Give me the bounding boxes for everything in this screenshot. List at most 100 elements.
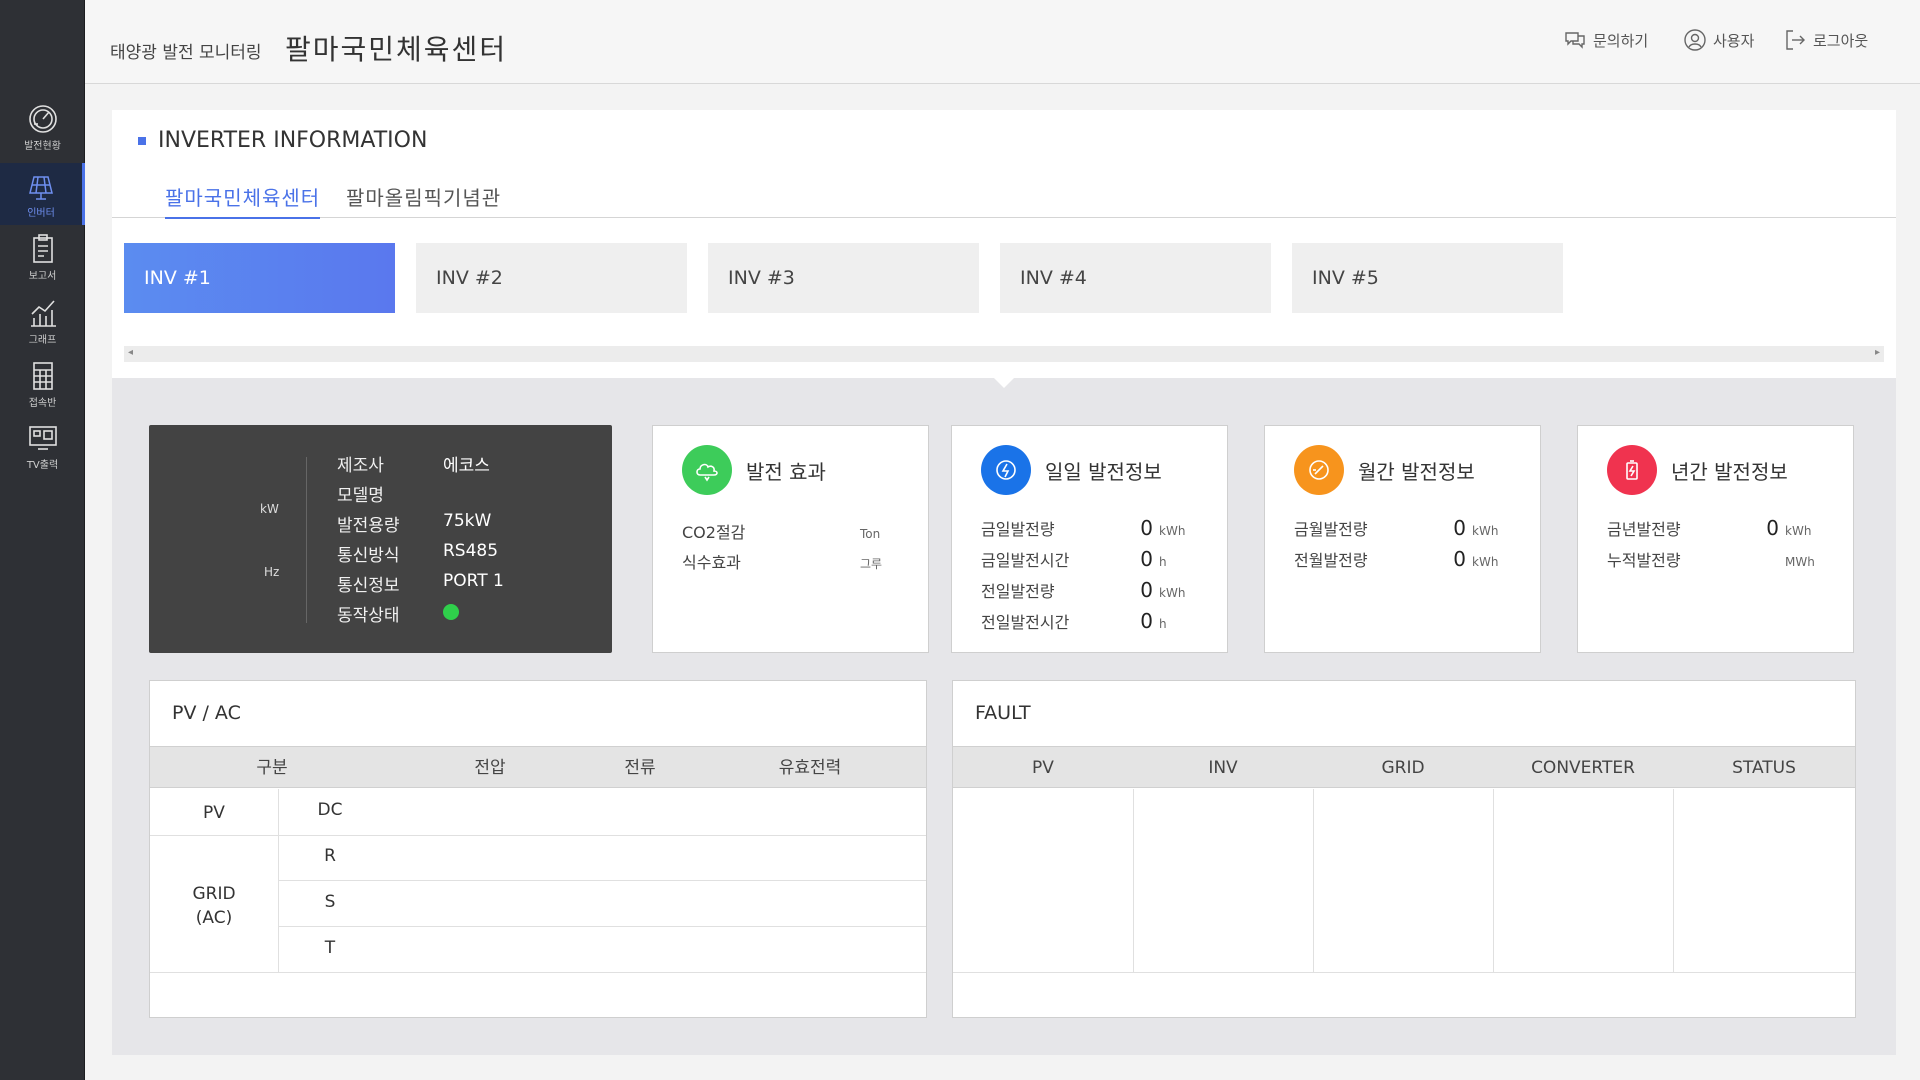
spec-row-status: 동작상태	[337, 601, 459, 626]
card-row: 금일발전시간 0 h	[981, 547, 1201, 571]
spec-key: 발전용량	[337, 516, 400, 536]
generation-effect-card: 발전 효과 CO2절감 Ton 식수효과 그루	[652, 425, 929, 653]
row-divider	[150, 835, 926, 836]
sidebar-item-tv-output[interactable]: TV출력	[0, 415, 85, 477]
inverter-button-1[interactable]: INV #1	[124, 243, 395, 313]
card-row: 전일발전시간 0 h	[981, 609, 1201, 633]
user-button[interactable]: 사용자	[1683, 28, 1754, 52]
inverter-button-2[interactable]: INV #2	[416, 243, 687, 313]
clipboard-icon	[32, 234, 53, 263]
card-title: 일일 발전정보	[1045, 460, 1162, 484]
page-title: 팔마국민체육센터	[285, 33, 508, 66]
column-header: CONVERTER	[1531, 758, 1635, 778]
spec-row-model: 모델명	[337, 481, 443, 506]
selector-pointer	[992, 376, 1016, 388]
column-divider	[1673, 789, 1674, 973]
fault-table: FAULT PV INV GRID CONVERTER STATUS	[952, 680, 1856, 1018]
row-divider	[278, 926, 926, 927]
spec-value: 75kW	[443, 511, 492, 531]
row-label-r: R	[324, 846, 336, 866]
row-label: 식수효과	[682, 553, 741, 572]
column-header: 구분	[256, 758, 288, 778]
row-value: 0	[1453, 547, 1466, 571]
row-unit: MWh	[1785, 555, 1815, 569]
group-label-pv: PV	[203, 803, 225, 823]
chat-icon	[1565, 32, 1585, 49]
row-divider	[278, 880, 926, 881]
user-label: 사용자	[1713, 31, 1755, 50]
spec-key: 제조사	[337, 456, 384, 476]
row-label: 금년발전량	[1607, 520, 1681, 539]
row-label: CO2절감	[682, 523, 746, 542]
row-value: 0	[1766, 516, 1779, 540]
logout-icon	[1786, 30, 1805, 50]
sidebar-item-generation-status[interactable]: 발전현황	[0, 96, 85, 158]
scroll-left-icon[interactable]: ◂	[128, 347, 133, 358]
row-unit: kWh	[1159, 586, 1186, 600]
sidebar-item-junction-box[interactable]: 접속반	[0, 353, 85, 415]
inverter-button-3[interactable]: INV #3	[708, 243, 979, 313]
spec-key: 통신정보	[337, 576, 400, 596]
daily-energy-icon	[981, 445, 1031, 495]
user-icon	[1684, 29, 1706, 51]
inquiry-button[interactable]: 문의하기	[1563, 28, 1648, 52]
daily-generation-card: 일일 발전정보 금일발전량 0 kWh 금일발전시간 0 h 전일발전량 0 k…	[951, 425, 1228, 653]
tab-site-1[interactable]: 팔마올림픽기념관	[346, 182, 501, 217]
inverter-button-5[interactable]: INV #5	[1292, 243, 1563, 313]
horizontal-scrollbar[interactable]: ◂ ▸	[124, 346, 1884, 362]
sidebar: 발전현황 인버터 보고서 그래프 접속반 TV출력	[0, 0, 85, 1080]
sidebar-item-label: 접속반	[28, 398, 57, 409]
column-header: 유효전력	[778, 758, 842, 778]
row-unit: kWh	[1785, 524, 1812, 538]
status-indicator-icon	[443, 604, 459, 620]
inverter-spec-box: kW Hz 제조사 에코스 모델명 발전용량 75kW 통신방식 RS485 통…	[149, 425, 612, 653]
spec-value: PORT 1	[443, 571, 504, 591]
card-row: 전일발전량 0 kWh	[981, 578, 1201, 602]
tab-site-0[interactable]: 팔마국민체육센터	[165, 182, 321, 219]
column-divider	[1313, 789, 1314, 973]
hz-unit: Hz	[264, 565, 280, 579]
row-value: 0	[1453, 516, 1466, 540]
column-header: 전류	[624, 758, 656, 778]
sidebar-item-label: 인버터	[27, 208, 55, 219]
inquiry-label: 문의하기	[1593, 31, 1649, 50]
card-title: 월간 발전정보	[1358, 460, 1475, 484]
table-title: FAULT	[975, 702, 1031, 724]
row-value: 0	[1140, 547, 1153, 571]
chart-icon	[30, 300, 56, 327]
row-divider	[150, 972, 926, 973]
column-header: PV	[1032, 758, 1054, 778]
row-label: 금월발전량	[1294, 520, 1368, 539]
row-label: 금일발전시간	[981, 551, 1070, 570]
card-title: 발전 효과	[746, 460, 826, 484]
grid-box-icon	[32, 362, 53, 390]
inverter-button-4[interactable]: INV #4	[1000, 243, 1271, 313]
sidebar-item-inverter[interactable]: 인버터	[0, 163, 85, 225]
column-divider	[1493, 789, 1494, 973]
sidebar-item-label: 보고서	[28, 271, 57, 282]
row-label: 전월발전량	[1294, 551, 1368, 570]
spec-value: RS485	[443, 541, 499, 561]
column-header: STATUS	[1732, 758, 1796, 778]
row-value: 0	[1140, 516, 1153, 540]
card-row: 금월발전량 0 kWh	[1294, 516, 1514, 540]
scroll-right-icon[interactable]: ▸	[1875, 347, 1880, 358]
row-label-t: T	[324, 938, 336, 958]
spec-value: 에코스	[443, 456, 490, 476]
row-unit: kWh	[1159, 524, 1186, 538]
sidebar-item-report[interactable]: 보고서	[0, 226, 85, 288]
spec-row-capacity: 발전용량 75kW	[337, 511, 491, 536]
card-row: 금년발전량 0 kWh	[1607, 516, 1827, 540]
column-header: INV	[1208, 758, 1238, 778]
spec-key: 통신방식	[337, 546, 400, 566]
solar-panel-icon	[29, 176, 53, 200]
card-row: 식수효과 그루	[682, 549, 902, 573]
column-divider	[278, 789, 279, 973]
card-title: 년간 발전정보	[1671, 460, 1788, 484]
row-unit: kWh	[1472, 555, 1499, 569]
sidebar-item-graph[interactable]: 그래프	[0, 290, 85, 352]
app-title: 태양광 발전 모니터링	[110, 43, 262, 63]
logout-button[interactable]: 로그아웃	[1783, 28, 1868, 52]
inverter-selector-area: INVERTER INFORMATION 팔마국민체육센터 팔마올림픽기념관 I…	[112, 110, 1896, 378]
card-row: 누적발전량 MWh	[1607, 547, 1827, 571]
